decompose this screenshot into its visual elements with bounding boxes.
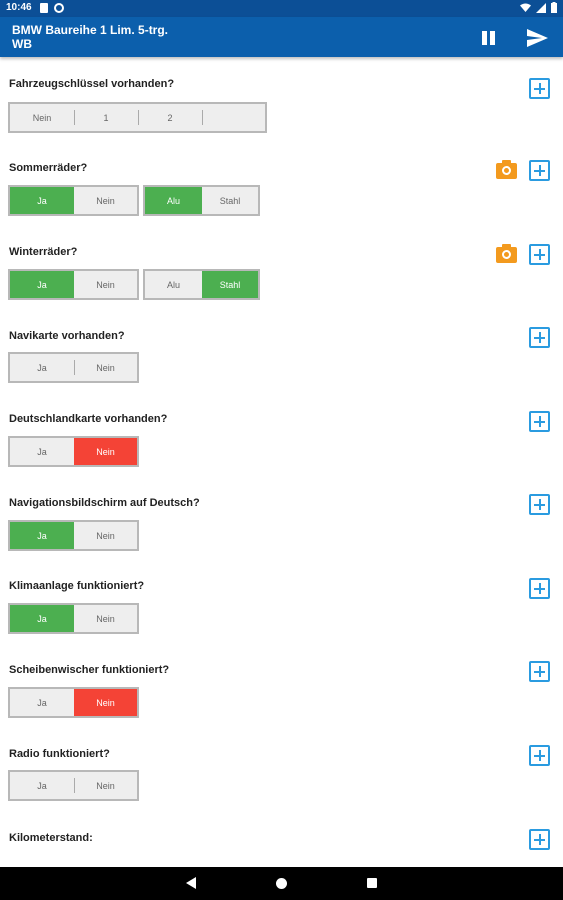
checklist: Fahrzeugschlüssel vorhanden? Nein 1 2 So… [0,57,563,867]
winter-wheels-type: Alu Stahl [143,269,260,300]
signal-icon [536,2,546,13]
send-icon[interactable] [524,26,550,50]
question-label: Klimaanlage funktioniert? [9,580,145,592]
option-nein[interactable]: Nein [74,605,137,632]
option-1[interactable]: 1 [74,104,138,131]
yes-no-selector: Ja Nein [8,770,139,801]
option-nein[interactable]: Nein [10,104,74,131]
option-ja[interactable]: Ja [10,689,74,716]
add-icon[interactable] [529,494,550,515]
option-nein[interactable]: Nein [74,689,137,716]
option-nein[interactable]: Nein [74,187,137,214]
wifi-icon [520,3,531,12]
question-label: Deutschlandkarte vorhanden? [9,413,168,425]
option-ja[interactable]: Ja [10,605,74,632]
yes-no-selector: Ja Nein [8,687,139,718]
option-nein[interactable]: Nein [74,438,137,465]
option-ja[interactable]: Ja [10,438,74,465]
battery-icon [551,2,557,13]
option-alu[interactable]: Alu [145,271,202,298]
option-stahl[interactable]: Stahl [202,187,258,214]
option-nein[interactable]: Nein [74,522,137,549]
add-icon[interactable] [529,244,550,265]
sync-icon [54,3,64,13]
add-icon[interactable] [529,745,550,766]
app-subtitle: WB [12,37,32,51]
question-label: Fahrzeugschlüssel vorhanden? [9,78,175,90]
option-nein[interactable]: Nein [74,271,137,298]
option-ja[interactable]: Ja [10,354,74,381]
summer-wheels-type: Alu Stahl [143,185,260,216]
add-icon[interactable] [529,160,550,181]
add-icon[interactable] [529,327,550,348]
question-label: Navikarte vorhanden? [9,330,125,342]
status-bar: 10:46 [0,0,563,17]
question-label: Winterräder? [9,246,78,258]
option-ja[interactable]: Ja [10,271,74,298]
pause-icon[interactable] [476,27,500,49]
app-title: BMW Baureihe 1 Lim. 5-trg. [12,23,169,37]
notification-icon [40,3,48,13]
option-ja[interactable]: Ja [10,187,74,214]
add-icon[interactable] [529,578,550,599]
option-nein[interactable]: Nein [74,354,137,381]
option-empty[interactable] [202,104,265,131]
yes-no-selector: Ja Nein [8,436,139,467]
option-2[interactable]: 2 [138,104,202,131]
recents-icon[interactable] [367,878,377,888]
yes-no-selector: Ja Nein [8,520,139,551]
option-stahl[interactable]: Stahl [202,271,258,298]
add-icon[interactable] [529,411,550,432]
question-label: Navigationsbildschirm auf Deutsch? [9,497,200,509]
camera-icon[interactable] [496,244,517,263]
home-icon[interactable] [276,878,287,889]
option-alu[interactable]: Alu [145,187,202,214]
summer-wheels-yes-no: Ja Nein [8,185,139,216]
winter-wheels-yes-no: Ja Nein [8,269,139,300]
key-count-selector: Nein 1 2 [8,102,267,133]
option-nein[interactable]: Nein [74,772,137,799]
back-icon[interactable] [186,877,196,889]
app-bar: BMW Baureihe 1 Lim. 5-trg. WB [0,17,563,57]
camera-icon[interactable] [496,160,517,179]
question-label: Scheibenwischer funktioniert? [9,664,170,676]
question-label: Radio funktioniert? [9,748,110,760]
yes-no-selector: Ja Nein [8,603,139,634]
yes-no-selector: Ja Nein [8,352,139,383]
system-nav-bar [0,867,563,900]
option-ja[interactable]: Ja [10,772,74,799]
add-icon[interactable] [529,78,550,99]
add-icon[interactable] [529,661,550,682]
question-label: Kilometerstand: [9,832,93,844]
add-icon[interactable] [529,829,550,850]
question-label: Sommerräder? [9,162,88,174]
status-time: 10:46 [6,2,32,13]
option-ja[interactable]: Ja [10,522,74,549]
